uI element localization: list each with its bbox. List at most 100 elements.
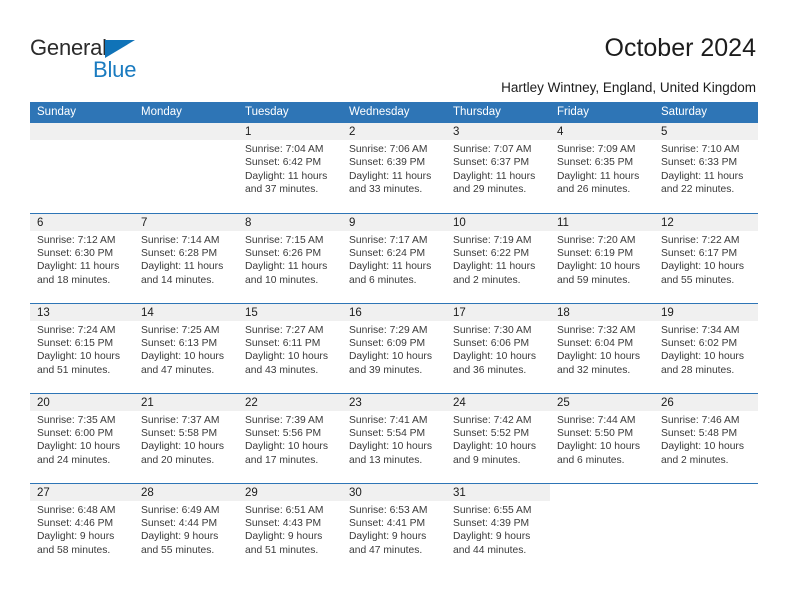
daylight-duration-line2: and 29 minutes. <box>453 184 527 196</box>
calendar-day-cell[interactable]: 17 Sunrise: 7:30 AM Sunset: 6:06 PM Dayligh… <box>446 302 550 393</box>
calendar-day-cell[interactable]: 30 Sunrise: 6:53 AM Sunset: 4:41 PM Dayligh… <box>342 482 446 573</box>
sunrise-time: Sunrise: 7:27 AM <box>245 324 324 336</box>
sunrise-time: Sunrise: 6:55 AM <box>453 504 532 516</box>
daylight-duration-line2: and 9 minutes. <box>453 454 521 466</box>
daylight-duration-line1: Daylight: 9 hours <box>245 531 323 543</box>
daylight-duration-line2: and 17 minutes. <box>245 454 319 466</box>
day-sun-info: Sunrise: 7:07 AM Sunset: 6:37 PM Daylight:… <box>446 140 550 197</box>
sunrise-time: Sunrise: 7:22 AM <box>661 234 740 246</box>
calendar-day-cell[interactable]: 24 Sunrise: 7:42 AM Sunset: 5:52 PM Dayligh… <box>446 392 550 483</box>
calendar-day-cell[interactable]: 16 Sunrise: 7:29 AM Sunset: 6:09 PM Dayligh… <box>342 302 446 393</box>
day-number: 29 <box>238 483 342 501</box>
calendar-day-cell[interactable]: 2 Sunrise: 7:06 AM Sunset: 6:39 PM Daylight… <box>342 123 446 213</box>
calendar-day-cell[interactable]: 15 Sunrise: 7:27 AM Sunset: 6:11 PM Dayligh… <box>238 302 342 393</box>
day-number: 6 <box>30 213 134 231</box>
day-sun-info: Sunrise: 7:17 AM Sunset: 6:24 PM Daylight:… <box>342 231 446 288</box>
logo-text-blue: Blue <box>93 57 137 82</box>
sunrise-time: Sunrise: 6:53 AM <box>349 504 428 516</box>
calendar-week-row: 13 Sunrise: 7:24 AM Sunset: 6:15 PM Dayligh… <box>30 302 758 393</box>
calendar-day-cell[interactable]: 21 Sunrise: 7:37 AM Sunset: 5:58 PM Dayligh… <box>134 392 238 483</box>
calendar-day-cell[interactable]: 27 Sunrise: 6:48 AM Sunset: 4:46 PM Dayligh… <box>30 482 134 574</box>
sunset-time: Sunset: 6:04 PM <box>557 337 634 349</box>
calendar-day-cell <box>550 482 654 573</box>
day-sun-info: Sunrise: 7:04 AM Sunset: 6:42 PM Daylight:… <box>238 140 342 197</box>
sunset-time: Sunset: 6:33 PM <box>661 157 738 169</box>
day-number <box>134 123 238 140</box>
daylight-duration-line2: and 43 minutes. <box>245 364 319 376</box>
calendar-day-cell[interactable]: 31 Sunrise: 6:55 AM Sunset: 4:39 PM Dayligh… <box>446 482 550 573</box>
sunrise-time: Sunrise: 7:10 AM <box>661 144 740 155</box>
calendar-day-cell[interactable]: 18 Sunrise: 7:32 AM Sunset: 6:04 PM Dayligh… <box>550 302 654 393</box>
calendar-day-cell[interactable]: 9 Sunrise: 7:17 AM Sunset: 6:24 PM Daylight… <box>342 212 446 303</box>
day-number: 1 <box>238 123 342 140</box>
general-blue-logo[interactable]: General Blue <box>30 36 170 84</box>
calendar-day-cell[interactable]: 25 Sunrise: 7:44 AM Sunset: 5:50 PM Dayligh… <box>550 392 654 483</box>
day-number: 16 <box>342 303 446 321</box>
daylight-duration-line1: Daylight: 9 hours <box>37 531 115 543</box>
calendar-day-cell[interactable]: 20 Sunrise: 7:35 AM Sunset: 6:00 PM Dayligh… <box>30 392 134 483</box>
daylight-duration-line1: Daylight: 10 hours <box>37 351 120 363</box>
sunrise-time: Sunrise: 7:12 AM <box>37 234 116 246</box>
daylight-duration-line1: Daylight: 10 hours <box>661 261 744 273</box>
sunrise-time: Sunrise: 7:46 AM <box>661 414 740 426</box>
sunrise-time: Sunrise: 7:32 AM <box>557 324 636 336</box>
daylight-duration-line2: and 47 minutes. <box>141 364 215 376</box>
day-cell-content: 27 Sunrise: 6:48 AM Sunset: 4:46 PM Dayligh… <box>30 483 134 574</box>
sunset-time: Sunset: 5:54 PM <box>349 427 426 439</box>
calendar-day-cell[interactable]: 3 Sunrise: 7:07 AM Sunset: 6:37 PM Daylight… <box>446 123 550 213</box>
sunrise-time: Sunrise: 7:37 AM <box>141 414 220 426</box>
daylight-duration-line2: and 13 minutes. <box>349 454 423 466</box>
calendar-day-cell[interactable]: 29 Sunrise: 6:51 AM Sunset: 4:43 PM Dayligh… <box>238 482 342 573</box>
calendar-day-cell[interactable]: 8 Sunrise: 7:15 AM Sunset: 6:26 PM Daylight… <box>238 212 342 303</box>
weekday-header-tuesday: Tuesday <box>238 102 342 123</box>
calendar-day-cell[interactable]: 7 Sunrise: 7:14 AM Sunset: 6:28 PM Daylight… <box>134 212 238 303</box>
sunrise-time: Sunrise: 6:49 AM <box>141 504 220 516</box>
daylight-duration-line1: Daylight: 10 hours <box>557 351 640 363</box>
day-number: 18 <box>550 303 654 321</box>
day-sun-info: Sunrise: 7:44 AM Sunset: 5:50 PM Daylight:… <box>550 411 654 468</box>
daylight-duration-line2: and 59 minutes. <box>557 274 631 286</box>
calendar-day-cell[interactable]: 28 Sunrise: 6:49 AM Sunset: 4:44 PM Dayligh… <box>134 482 238 573</box>
calendar-day-cell[interactable]: 11 Sunrise: 7:20 AM Sunset: 6:19 PM Dayligh… <box>550 212 654 303</box>
day-number: 5 <box>654 123 758 140</box>
calendar-day-cell[interactable]: 10 Sunrise: 7:19 AM Sunset: 6:22 PM Dayligh… <box>446 212 550 303</box>
calendar-day-cell[interactable]: 22 Sunrise: 7:39 AM Sunset: 5:56 PM Dayligh… <box>238 392 342 483</box>
calendar-week-row: 20 Sunrise: 7:35 AM Sunset: 6:00 PM Dayligh… <box>30 392 758 483</box>
day-sun-info: Sunrise: 7:25 AM Sunset: 6:13 PM Daylight:… <box>134 321 238 378</box>
calendar-day-cell[interactable]: 5 Sunrise: 7:10 AM Sunset: 6:33 PM Daylight… <box>654 123 758 213</box>
day-number: 14 <box>134 303 238 321</box>
daylight-duration-line2: and 37 minutes. <box>245 184 319 196</box>
day-cell-content: 14 Sunrise: 7:25 AM Sunset: 6:13 PM Dayligh… <box>134 303 238 393</box>
daylight-duration-line2: and 58 minutes. <box>37 544 111 556</box>
daylight-duration-line2: and 14 minutes. <box>141 274 215 286</box>
day-number: 15 <box>238 303 342 321</box>
day-cell-content: 24 Sunrise: 7:42 AM Sunset: 5:52 PM Dayligh… <box>446 393 550 483</box>
calendar-day-cell[interactable]: 1 Sunrise: 7:04 AM Sunset: 6:42 PM Daylight… <box>238 123 342 213</box>
day-sun-info: Sunrise: 7:22 AM Sunset: 6:17 PM Daylight:… <box>654 231 758 288</box>
day-number: 13 <box>30 303 134 321</box>
calendar-day-cell[interactable]: 26 Sunrise: 7:46 AM Sunset: 5:48 PM Dayligh… <box>654 392 758 483</box>
calendar-day-cell[interactable]: 6 Sunrise: 7:12 AM Sunset: 6:30 PM Daylight… <box>30 212 134 303</box>
day-number: 4 <box>550 123 654 140</box>
calendar-day-cell[interactable]: 14 Sunrise: 7:25 AM Sunset: 6:13 PM Dayligh… <box>134 302 238 393</box>
sunset-time: Sunset: 6:42 PM <box>245 157 322 169</box>
daylight-duration-line2: and 55 minutes. <box>661 274 735 286</box>
daylight-duration-line1: Daylight: 11 hours <box>453 170 536 182</box>
calendar-day-cell[interactable]: 23 Sunrise: 7:41 AM Sunset: 5:54 PM Dayligh… <box>342 392 446 483</box>
sunrise-time: Sunrise: 7:14 AM <box>141 234 220 246</box>
calendar-day-cell[interactable]: 13 Sunrise: 7:24 AM Sunset: 6:15 PM Dayligh… <box>30 302 134 393</box>
day-cell-content: 6 Sunrise: 7:12 AM Sunset: 6:30 PM Daylight… <box>30 213 134 303</box>
weekday-header-row: Sunday Monday Tuesday Wednesday Thursday… <box>30 102 758 123</box>
calendar-day-cell[interactable]: 12 Sunrise: 7:22 AM Sunset: 6:17 PM Dayligh… <box>654 212 758 303</box>
sunrise-time: Sunrise: 6:51 AM <box>245 504 324 516</box>
day-sun-info: Sunrise: 6:55 AM Sunset: 4:39 PM Daylight:… <box>446 501 550 558</box>
sunset-time: Sunset: 4:46 PM <box>37 517 114 529</box>
daylight-duration-line1: Daylight: 9 hours <box>141 531 219 543</box>
calendar-day-cell[interactable]: 4 Sunrise: 7:09 AM Sunset: 6:35 PM Daylight… <box>550 123 654 213</box>
daylight-duration-line1: Daylight: 11 hours <box>453 261 536 273</box>
sunset-time: Sunset: 6:22 PM <box>453 247 530 259</box>
daylight-duration-line2: and 44 minutes. <box>453 544 527 556</box>
daylight-duration-line1: Daylight: 10 hours <box>349 351 432 363</box>
calendar-day-cell[interactable]: 19 Sunrise: 7:34 AM Sunset: 6:02 PM Dayligh… <box>654 302 758 393</box>
daylight-duration-line2: and 2 minutes. <box>453 274 521 286</box>
